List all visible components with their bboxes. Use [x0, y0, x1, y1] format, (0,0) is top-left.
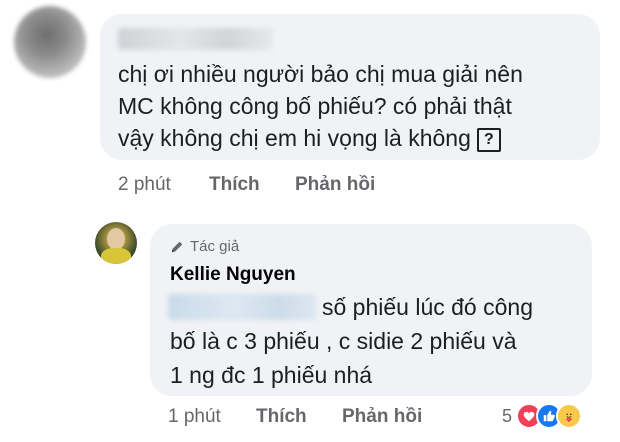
unknown-emoji-box-icon: ? — [476, 128, 501, 152]
comment-line: vậy không chị em hi vọng là không? — [118, 122, 588, 154]
reaction-count[interactable]: 5 — [502, 406, 512, 427]
reply-time[interactable]: 1 phút — [168, 406, 221, 428]
reaction-summary[interactable]: 5 — [502, 402, 583, 430]
author-avatar[interactable] — [95, 222, 137, 264]
like-button[interactable]: Thích — [209, 174, 260, 196]
reply-button[interactable]: Phản hồi — [295, 174, 375, 196]
comment-line: MC không công bố phiếu? có phải thật — [118, 93, 512, 119]
commenter-name-blurred[interactable] — [118, 28, 273, 50]
comment-line: chị ơi nhiều người bảo chị mua giải nên — [118, 61, 523, 87]
author-badge-label: Tác giả — [190, 238, 240, 255]
commenter-avatar-blurred[interactable] — [14, 6, 86, 78]
reply-bubble: Tác giả Kellie Nguyen số phiếu lúc đó cô… — [150, 224, 592, 396]
author-name[interactable]: Kellie Nguyen — [170, 264, 296, 286]
comment-bubble: chị ơi nhiều người bảo chị mua giải nên … — [100, 14, 600, 160]
reply-line: bố là c 3 phiếu , c sidie 2 phiếu và — [170, 328, 517, 354]
comment-time[interactable]: 2 phút — [118, 174, 171, 196]
care-reaction-icon — [556, 403, 583, 429]
reply-line: số phiếu lúc đó công — [322, 294, 533, 320]
reply-text: số phiếu lúc đó công bố là c 3 phiếu , c… — [170, 290, 580, 392]
reply-line: 1 ng đc 1 phiếu nhá — [170, 362, 373, 388]
reply-button[interactable]: Phản hồi — [342, 406, 422, 428]
author-badge: Tác giả — [170, 238, 239, 255]
pencil-icon — [171, 241, 183, 252]
comment-text: chị ơi nhiều người bảo chị mua giải nên … — [118, 58, 588, 154]
like-button[interactable]: Thích — [256, 406, 307, 428]
